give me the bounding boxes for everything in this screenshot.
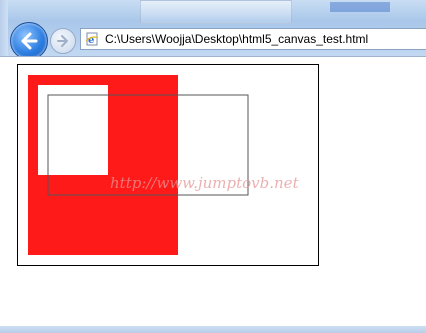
address-bar[interactable]: e C:\Users\Woojja\Desktop\html5_canvas_t…	[80, 28, 426, 50]
canvas[interactable]	[17, 64, 319, 266]
window-frame-bottom	[0, 326, 426, 333]
ie-page-icon: e	[85, 32, 99, 46]
browser-window: e C:\Users\Woojja\Desktop\html5_canvas_t…	[0, 0, 426, 333]
forward-arrow-icon	[57, 35, 68, 47]
background-window-blur	[330, 2, 390, 12]
forward-button[interactable]	[50, 28, 76, 54]
back-button[interactable]	[10, 22, 48, 60]
background-window-blur	[140, 0, 292, 24]
browser-toolbar: e C:\Users\Woojja\Desktop\html5_canvas_t…	[0, 0, 426, 60]
back-arrow-icon	[21, 32, 38, 50]
address-text: C:\Users\Woojja\Desktop\html5_canvas_tes…	[105, 32, 369, 46]
canvas-drawing	[28, 75, 249, 255]
watermark-text: http://www.jumptovb.net	[110, 174, 299, 192]
